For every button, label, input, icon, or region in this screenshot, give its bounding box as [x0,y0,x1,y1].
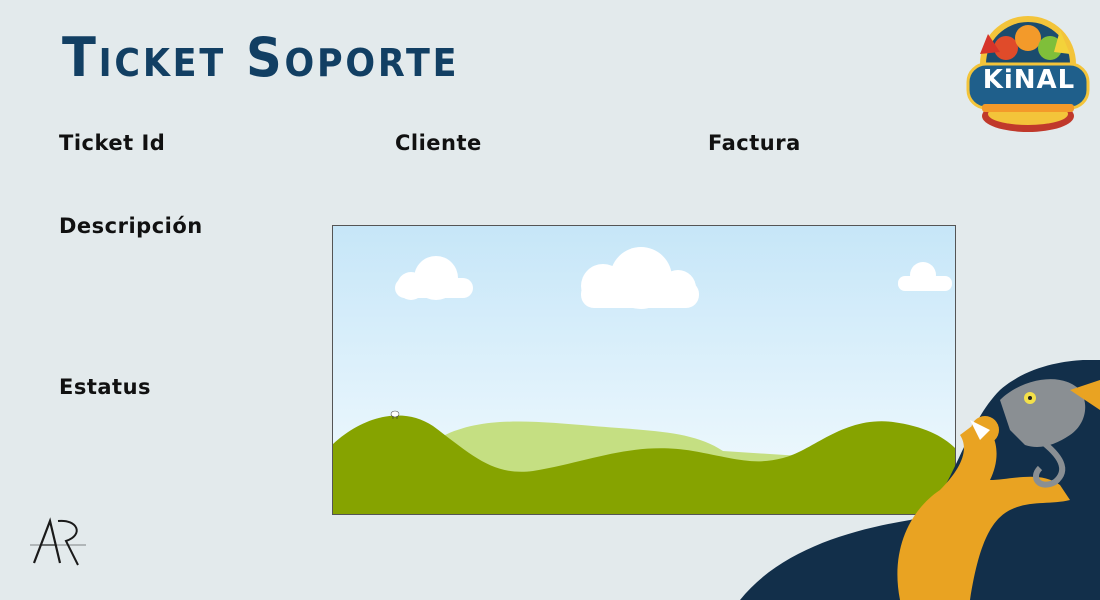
descripcion-label: Descripción [59,214,203,238]
signature-monogram-icon [30,517,86,566]
logo-brand-text: KiNAL [982,65,1076,95]
ticket-id-label: Ticket Id [59,131,166,155]
page-title: Ticket Soporte [62,26,460,89]
cliente-label: Cliente [395,131,482,155]
decorative-chameleon-illustration [740,360,1100,600]
estatus-label: Estatus [59,375,152,399]
factura-label: Factura [708,131,801,155]
